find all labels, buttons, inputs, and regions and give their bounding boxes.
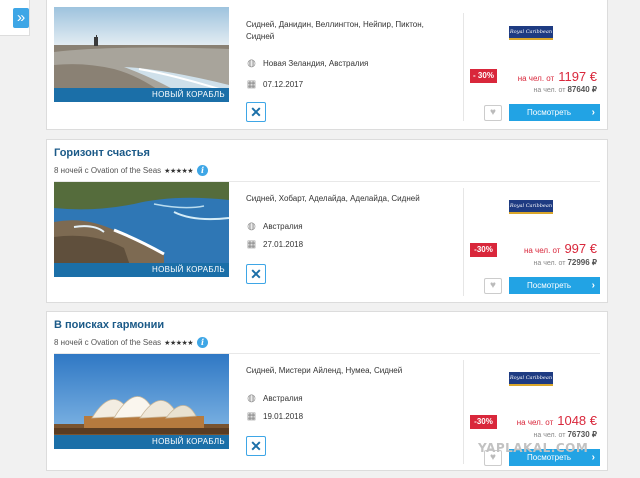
calendar-icon: ▦ [246, 411, 257, 422]
price-value: 997 € [564, 241, 597, 256]
discount-badge: -30% [470, 415, 497, 429]
info-icon[interactable]: i [197, 337, 209, 348]
chevron-right-icon: › [591, 280, 595, 291]
date-text: 19.01.2018 [263, 412, 304, 421]
double-chevron-right-icon[interactable]: » [13, 8, 29, 28]
date-text: 27.01.2018 [263, 240, 304, 249]
region-text: Новая Зеландия, Австралия [263, 59, 369, 68]
calendar-icon: ▦ [246, 79, 257, 90]
old-price-row: на чел. от 72996 ₽ [534, 258, 597, 267]
nights-ship-text: 8 ночей с Ovation of the Seas [54, 338, 162, 347]
chevron-right-icon: › [591, 107, 595, 118]
cruise-meta: 8 ночей с Ovation of the Seas ★★★★★ i [54, 165, 209, 176]
heart-icon[interactable]: ♥ [484, 105, 502, 121]
star-rating: ★★★★★ [164, 167, 194, 175]
price-row: на чел. от 1048 € [517, 412, 597, 430]
old-price-label: на чел. от [533, 87, 566, 94]
cruise-title[interactable]: В поисках гармонии [54, 319, 164, 331]
globe-icon: ◍ [247, 393, 256, 404]
divider [463, 13, 464, 121]
price-row: на чел. от 1197 € [518, 68, 597, 86]
region-text: Австралия [263, 222, 303, 231]
new-ship-label: НОВЫЙ КОРАБЛЬ [54, 88, 229, 102]
chevron-right-icon: › [591, 452, 595, 463]
region-text: Австралия [263, 394, 303, 403]
filter-panel-collapsed: » [0, 0, 30, 36]
region-row: ◍ Австралия [246, 221, 303, 232]
route-text: Сидней, Данидин, Веллингтон, Нейпир, Пик… [246, 20, 424, 41]
cruise-card: Горизонт счастья 8 ночей с Ovation of th… [46, 139, 608, 303]
cancel-cross-icon[interactable]: ✕ [246, 264, 266, 284]
old-price-value: 87640 ₽ [567, 85, 597, 94]
cruise-card: НОВЫЙ КОРАБЛЬ Сидней, Данидин, Веллингто… [46, 0, 608, 130]
cruise-meta: 8 ночей с Ovation of the Seas ★★★★★ i [54, 337, 209, 348]
region-row: ◍ Австралия [246, 393, 303, 404]
royal-caribbean-logo: Royal Caribbean [509, 372, 553, 386]
date-row: ▦ 19.01.2018 [246, 411, 303, 422]
view-button[interactable]: Посмотреть › [509, 104, 600, 121]
globe-icon: ◍ [247, 221, 256, 232]
calendar-icon: ▦ [246, 239, 257, 250]
cruise-photo[interactable]: НОВЫЙ КОРАБЛЬ [54, 354, 229, 449]
divider [463, 360, 464, 464]
cruise-photo[interactable]: НОВЫЙ КОРАБЛЬ [54, 7, 229, 102]
old-price-value: 76730 ₽ [567, 430, 597, 439]
date-row: ▦ 27.01.2018 [246, 239, 303, 250]
cancel-cross-icon[interactable]: ✕ [246, 102, 266, 122]
date-text: 07.12.2017 [263, 80, 304, 89]
old-price-label: на чел. от [533, 260, 566, 267]
watermark: YAPLAKAL.COM [478, 441, 589, 455]
nights-ship-text: 8 ночей с Ovation of the Seas [54, 166, 162, 175]
old-price-row: на чел. от 76730 ₽ [534, 430, 597, 439]
price-per-label: на чел. от [517, 74, 555, 83]
view-button-label: Посмотреть [527, 281, 572, 290]
old-price-value: 72996 ₽ [567, 258, 597, 267]
star-rating: ★★★★★ [164, 339, 194, 347]
cruise-photo[interactable]: НОВЫЙ КОРАБЛЬ [54, 182, 229, 277]
discount-badge: -30% [470, 243, 497, 257]
old-price-row: на чел. от 87640 ₽ [534, 85, 597, 94]
new-ship-label: НОВЫЙ КОРАБЛЬ [54, 263, 229, 277]
info-icon[interactable]: i [197, 165, 209, 176]
cruise-title[interactable]: Горизонт счастья [54, 147, 150, 159]
royal-caribbean-logo: Royal Caribbean [509, 200, 553, 214]
price-row: на чел. от 997 € [524, 240, 597, 258]
price-value: 1048 € [557, 413, 597, 428]
divider [463, 188, 464, 296]
route-text: Сидней, Хобарт, Аделайда, Аделайда, Сидн… [246, 194, 420, 203]
route-text: Сидней, Мистери Айленд, Нумеа, Сидней [246, 366, 403, 375]
region-row: ◍ Новая Зеландия, Австралия [246, 58, 368, 69]
globe-icon: ◍ [247, 58, 256, 69]
view-button[interactable]: Посмотреть › [509, 277, 600, 294]
old-price-label: на чел. от [533, 432, 566, 439]
heart-icon[interactable]: ♥ [484, 278, 502, 294]
cancel-cross-icon[interactable]: ✕ [246, 436, 266, 456]
new-ship-label: НОВЫЙ КОРАБЛЬ [54, 435, 229, 449]
price-value: 1197 € [558, 69, 597, 84]
royal-caribbean-logo: Royal Caribbean [509, 26, 553, 40]
discount-badge: - 30% [470, 69, 497, 83]
price-per-label: на чел. от [523, 246, 561, 255]
price-per-label: на чел. от [516, 418, 554, 427]
view-button-label: Посмотреть [527, 108, 572, 117]
date-row: ▦ 07.12.2017 [246, 79, 303, 90]
